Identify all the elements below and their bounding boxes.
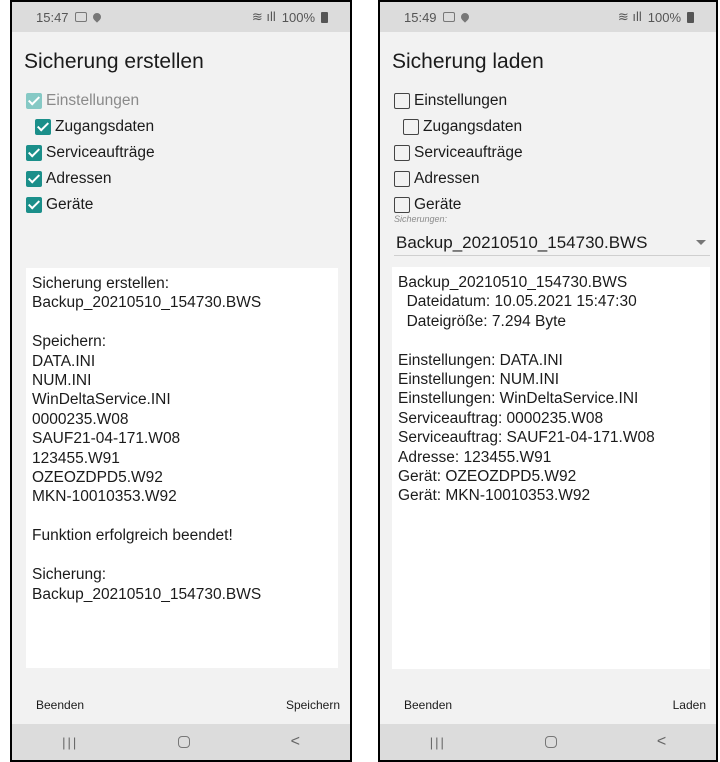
checkbox-row[interactable]: Zugangsdaten (26, 114, 350, 140)
checkbox-row[interactable]: Adressen (394, 166, 716, 192)
checkbox[interactable] (394, 171, 410, 187)
checkbox-label: Zugangsdaten (55, 118, 155, 135)
footer: Beenden Speichern (12, 688, 350, 722)
status-bar: 15:49 ≋ ıll 100% (380, 2, 716, 32)
checkbox-label: Serviceaufträge (414, 144, 523, 161)
checkbox-label: Zugangsdaten (423, 118, 523, 135)
checkbox-row[interactable]: Serviceaufträge (26, 140, 350, 166)
status-bar: 15:47 ≋ ıll 100% (12, 2, 350, 32)
save-button[interactable]: Speichern (286, 698, 340, 712)
backup-info-log: Backup_20210510_154730.BWS Dateidatum: 1… (392, 267, 710, 669)
checkbox-row[interactable]: Einstellungen (394, 88, 716, 114)
backup-select-value: Backup_20210510_154730.BWS (396, 232, 648, 252)
output-log: Sicherung erstellen: Backup_20210510_154… (26, 268, 338, 668)
recent-apps-icon[interactable]: ||| (430, 735, 446, 750)
location-icon (90, 11, 103, 23)
checkbox[interactable] (26, 145, 42, 161)
location-icon (458, 11, 471, 23)
battery-icon (321, 11, 328, 23)
gallery-icon (74, 12, 87, 22)
checkbox[interactable] (394, 145, 410, 161)
phone-screen-load-backup: 15:49 ≋ ıll 100% Sicherung laden Einstel… (378, 0, 718, 762)
backup-select[interactable]: Backup_20210510_154730.BWS (394, 230, 710, 256)
quit-button[interactable]: Beenden (36, 698, 84, 712)
checkbox[interactable] (394, 197, 410, 213)
back-icon[interactable]: < (291, 733, 300, 751)
battery-level: 100% (281, 9, 315, 25)
checkbox-label: Serviceaufträge (46, 144, 155, 161)
home-icon[interactable] (545, 736, 558, 748)
battery-icon (687, 11, 694, 23)
checkbox-row[interactable]: Zugangsdaten (394, 114, 716, 140)
clock: 15:49 (404, 9, 437, 25)
checkbox-list: Einstellungen Zugangsdaten Serviceaufträge… (394, 88, 716, 218)
clock: 15:47 (36, 9, 69, 25)
footer: Beenden Laden (380, 688, 716, 722)
phone-screen-create-backup: 15:47 ≋ ıll 100% Sicherung erstellen Ein… (10, 0, 352, 762)
checkbox-row[interactable]: Geräte (26, 192, 350, 218)
recent-apps-icon[interactable]: ||| (62, 735, 78, 750)
signal-icon: ≋ ıll (617, 9, 642, 24)
back-icon[interactable]: < (657, 733, 666, 751)
battery-level: 100% (647, 9, 681, 25)
gallery-icon (442, 12, 455, 22)
checkbox-label: Adressen (46, 170, 112, 187)
home-icon[interactable] (178, 736, 191, 748)
checkbox-row[interactable]: Serviceaufträge (394, 140, 716, 166)
checkbox[interactable] (394, 93, 410, 109)
checkbox-label: Geräte (414, 196, 462, 213)
dropdown-caret-icon (696, 240, 706, 245)
checkbox-label: Einstellungen (414, 92, 508, 109)
page-title: Sicherung erstellen (24, 50, 204, 73)
checkbox-label: Einstellungen (46, 92, 140, 109)
nav-bar: ||| < (380, 724, 716, 760)
checkbox-row[interactable]: Einstellungen (26, 88, 350, 114)
quit-button[interactable]: Beenden (404, 698, 452, 712)
load-button[interactable]: Laden (673, 698, 706, 712)
backup-select-label: Sicherungen: (394, 214, 448, 224)
checkbox[interactable] (403, 119, 419, 135)
checkbox-row[interactable]: Adressen (26, 166, 350, 192)
checkbox[interactable] (35, 119, 51, 135)
nav-bar: ||| < (12, 724, 350, 760)
checkbox[interactable] (26, 93, 42, 109)
checkbox[interactable] (26, 197, 42, 213)
checkbox[interactable] (26, 171, 42, 187)
signal-icon: ≋ ıll (251, 9, 276, 24)
checkbox-list: Einstellungen Zugangsdaten Serviceaufträge… (26, 88, 350, 218)
page-title: Sicherung laden (392, 50, 544, 73)
checkbox-label: Geräte (46, 196, 94, 213)
checkbox-label: Adressen (414, 170, 480, 187)
